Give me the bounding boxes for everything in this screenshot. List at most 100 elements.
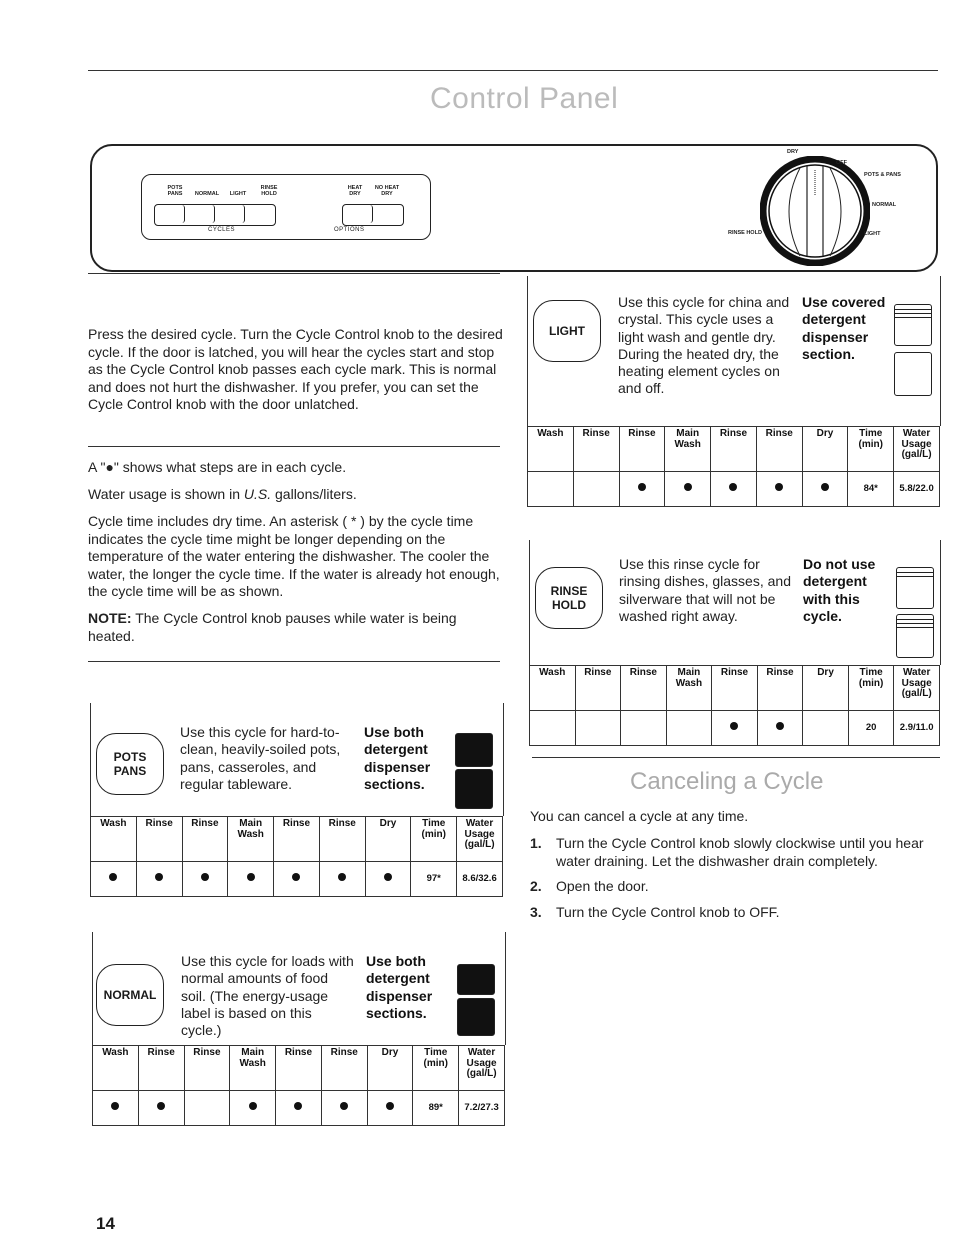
col-header: Rinse — [572, 426, 620, 472]
step-cell — [183, 1090, 231, 1126]
step-number: 2. — [530, 878, 542, 894]
table-header-row: Wash Rinse Rinse Main Wash Rinse Rinse Dry Time… — [527, 426, 940, 472]
step-cell — [664, 471, 712, 507]
step-included-dot — [338, 873, 347, 882]
dot-note-prefix: A " — [88, 459, 106, 475]
detergent-instruction: Use covered detergent dispenser section. — [802, 294, 886, 362]
col-header: Water Usage (gal/L) — [893, 426, 940, 472]
pots-pans-button[interactable] — [155, 205, 185, 223]
col-header: Wash — [90, 816, 137, 862]
pill-line1: POTS — [113, 750, 147, 764]
step-cell — [364, 861, 412, 897]
step-cell — [137, 1090, 185, 1126]
step-included-dot — [248, 1102, 257, 1111]
dispenser-open-icon — [894, 352, 932, 396]
col-header: Wash — [527, 426, 574, 472]
step-cell — [181, 861, 229, 897]
col-header: Rinse — [273, 816, 320, 862]
col-header: Rinse — [618, 426, 666, 472]
step-included-dot — [292, 873, 301, 882]
step-cell — [618, 471, 666, 507]
list-item: 3. Turn the Cycle Control knob to OFF. — [530, 904, 942, 922]
cycle-buttons — [154, 204, 276, 226]
rinse-hold-button[interactable] — [245, 205, 275, 223]
col-header: Water Usage (gal/L) — [456, 816, 503, 862]
note-text: The Cycle Control knob pauses while wate… — [88, 610, 457, 644]
step-cell — [801, 471, 849, 507]
section-heading-canceling: Canceling a Cycle — [630, 768, 824, 795]
water-suffix: gallons/liters. — [271, 486, 357, 502]
light-button[interactable] — [215, 205, 245, 223]
step-cell — [366, 1090, 414, 1126]
cycles-group-label: CYCLES — [208, 227, 236, 233]
step-cell — [620, 710, 667, 746]
time-cell: 89* — [412, 1090, 460, 1126]
col-header: Rinse — [183, 1045, 231, 1091]
col-header: Wash — [529, 665, 576, 711]
divider — [88, 273, 500, 274]
divider — [88, 661, 500, 662]
col-header: Rinse — [137, 1045, 185, 1091]
btn-label-noheat-2: DRY — [381, 191, 393, 197]
rinse-hold-button-icon: RINSE HOLD — [535, 567, 603, 629]
col-header: Rinse — [135, 816, 183, 862]
step-included-dot — [111, 1102, 120, 1111]
table-header-row: Wash Rinse Rinse Main Wash Rinse Rinse Dry Time… — [529, 665, 940, 711]
step-included-dot — [246, 873, 255, 882]
time-cell: 20 — [847, 710, 895, 746]
btn-label-light: LIGHT — [229, 191, 247, 197]
option-buttons — [342, 204, 404, 226]
dispenser-covered-icon — [896, 614, 934, 658]
step-text: Turn the Cycle Control knob to OFF. — [556, 903, 780, 920]
pill-line1: LIGHT — [549, 324, 585, 338]
dial-label-normal: NORMAL — [872, 202, 897, 208]
btn-label-heat-2: DRY — [349, 191, 361, 197]
normal-button[interactable] — [185, 205, 215, 223]
dispenser-filled-icon — [455, 733, 493, 767]
step-cell — [275, 1090, 322, 1126]
heat-dry-button[interactable] — [343, 205, 373, 223]
water-prefix: Water usage is shown in — [88, 486, 244, 502]
cycle-time-note: Cycle time includes dry time. An asteris… — [88, 513, 500, 599]
cycle-control-knob[interactable] — [760, 156, 870, 266]
step-cell — [320, 1090, 368, 1126]
step-cell — [229, 1090, 277, 1126]
col-header: Rinse — [710, 426, 757, 472]
step-cell — [755, 471, 803, 507]
water-cell: 8.6/32.6 — [456, 861, 503, 897]
col-header: Rinse — [318, 816, 366, 862]
step-included-dot — [109, 873, 118, 882]
detergent-instruction: Use both detergent dispenser sections. — [366, 953, 433, 1021]
step-included-dot — [729, 483, 738, 492]
step-included-dot — [294, 1102, 303, 1111]
knob-pause-note: NOTE: The Cycle Control knob pauses whil… — [88, 610, 503, 645]
col-header: Rinse — [755, 426, 803, 472]
step-cell — [711, 710, 758, 746]
step-cell — [527, 471, 574, 507]
step-included-dot — [385, 1102, 394, 1111]
cycle-button-panel: POTS PANS NORMAL LIGHT RINSE HOLD HEAT DRY … — [141, 174, 431, 240]
water-cell: 5.8/22.0 — [893, 471, 940, 507]
cycle-description: Use this cycle for loads with normal amo… — [181, 953, 354, 1039]
step-included-dot — [775, 483, 784, 492]
step-included-dot — [155, 873, 164, 882]
step-included-dot — [157, 1102, 166, 1111]
step-included-dot — [683, 483, 692, 492]
dot-glyph: ● — [105, 459, 114, 475]
step-cell — [802, 710, 849, 746]
cycle-description: Use this cycle for hard-to-clean, heavil… — [180, 724, 341, 792]
page-number: 14 — [96, 1214, 115, 1233]
table-header-row: Wash Rinse Rinse Main Wash Rinse Rinse Dry Time… — [92, 1045, 505, 1091]
no-heat-dry-button[interactable] — [373, 205, 403, 223]
pill-line2: PANS — [113, 764, 147, 778]
step-number: 1. — [530, 835, 542, 851]
cycle-steps-table: Wash Rinse Rinse Main Wash Rinse Rinse Dry Time… — [529, 665, 940, 746]
canceling-steps: 1. Turn the Cycle Control knob slowly clo… — [530, 835, 942, 929]
dispenser-filled-icon — [455, 769, 493, 809]
cycle-description: Use this cycle for china and crystal. Th… — [618, 294, 790, 397]
water-cell: 7.2/27.3 — [458, 1090, 505, 1126]
step-included-dot — [340, 1102, 349, 1111]
dispenser-filled-icon — [457, 998, 495, 1036]
pill-line1: NORMAL — [103, 988, 157, 1002]
dial-label-rinse-hold: RINSE HOLD — [728, 230, 762, 236]
